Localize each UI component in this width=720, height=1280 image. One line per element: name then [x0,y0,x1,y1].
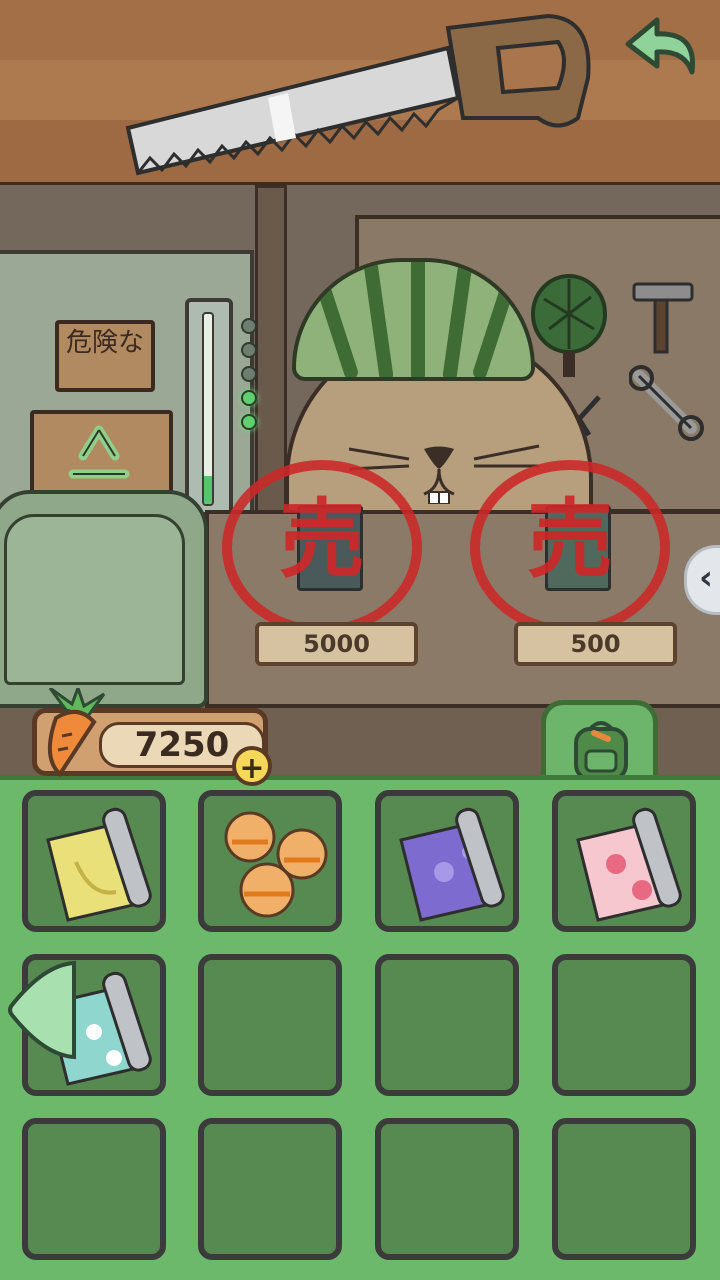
price-tag-1: 5000 [255,622,418,666]
inventory-slot[interactable] [198,790,342,932]
back-button[interactable] [622,12,704,82]
danger-sign-text: 危険な [65,328,144,358]
pink-plum-wrapping-paper-icon [576,807,682,922]
chevron-left-icon [8,960,76,1060]
animal-cookies-icon [224,811,328,918]
inventory-prev-button[interactable] [4,955,82,1065]
danger-sign: 危険な [55,320,155,392]
back-arrow-icon [625,17,696,75]
racket-icon [531,274,607,377]
carrot-icon [48,688,106,778]
inventory-slot-empty[interactable] [375,954,519,1096]
inventory-slot[interactable] [22,790,166,932]
inventory-slot-empty[interactable] [552,954,696,1096]
level-gauge-track [202,312,214,506]
indicator-light-on [241,414,257,430]
inventory-slot[interactable] [552,790,696,932]
chair-cushion [4,514,185,685]
inventory-slot-empty[interactable] [198,1118,342,1260]
inventory-slot[interactable] [375,790,519,932]
indicator-light [241,318,257,334]
wrench-icon [629,365,704,441]
inventory-slot-empty[interactable] [198,954,342,1096]
hammer-icon [632,282,694,354]
yellow-banana-wrapping-paper-icon [46,807,152,922]
inventory-slot-empty[interactable] [375,1118,519,1260]
backpack-tab[interactable] [541,700,658,785]
purple-sakura-wrapping-paper-icon [399,807,505,922]
green-chair [0,490,208,708]
shop-scene: 危険な 売 5000 売 500 ‹ [0,0,720,780]
saw-icon [125,13,591,176]
sold-stamp-char: 売 [527,489,613,590]
add-currency-button[interactable]: + [232,746,272,786]
sold-stamp-char: 売 [279,489,365,590]
chevron-left-icon: ‹ [699,558,714,598]
inventory-slot-empty[interactable] [22,1118,166,1260]
level-gauge-fill [204,475,212,504]
indicator-light [241,342,257,358]
recycle-icon [68,425,130,479]
price-tag-2: 500 [514,622,677,666]
indicator-light-on [241,390,257,406]
indicator-light [241,366,257,382]
inventory-slot-empty[interactable] [552,1118,696,1260]
